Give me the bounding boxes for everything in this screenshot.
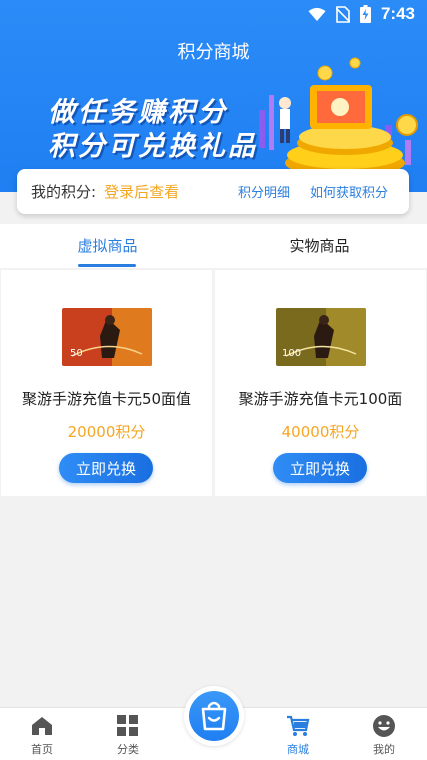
nav-label: 商城: [287, 743, 309, 756]
nav-label: 我的: [373, 743, 395, 756]
nav-item-home[interactable]: 首页: [7, 708, 77, 760]
recharge-card-image: 100: [276, 308, 366, 366]
points-label: 我的积分:: [31, 183, 97, 201]
tab-physical-goods[interactable]: 实物商品: [272, 224, 367, 268]
nav-item-mall[interactable]: 商城: [263, 708, 333, 760]
cart-icon: [287, 715, 310, 736]
smiley-icon: [373, 715, 395, 737]
product-tabs: 虚拟商品 实物商品: [0, 224, 427, 268]
points-detail-link[interactable]: 积分明细: [238, 182, 290, 201]
card-value-label: 100: [282, 348, 301, 359]
active-tab-indicator: [78, 264, 136, 267]
shopping-bag-button[interactable]: [184, 686, 244, 746]
nav-item-categories[interactable]: 分类: [93, 708, 163, 760]
redeem-button[interactable]: 立即兑换: [59, 453, 153, 483]
product-name: 聚游手游充值卡元100面: [238, 390, 403, 408]
redeem-button[interactable]: 立即兑换: [273, 453, 367, 483]
product-name: 聚游手游充值卡元50面值: [21, 390, 192, 408]
nav-item-me[interactable]: 我的: [349, 708, 419, 760]
product-card[interactable]: 100 聚游手游充值卡元100面 40000积分 立即兑换: [215, 270, 426, 496]
product-price: 20000积分: [67, 423, 146, 441]
no-sim-icon: [335, 5, 350, 23]
wifi-icon: [308, 7, 326, 21]
status-bar: 7:43: [0, 0, 427, 30]
grid-icon: [117, 715, 138, 736]
product-grid: 50 聚游手游充值卡元50面值 20000积分 立即兑换 100 聚游手游充值卡…: [0, 270, 427, 496]
nav-label: 首页: [31, 743, 53, 756]
battery-charging-icon: [359, 5, 371, 23]
tab-virtual-goods[interactable]: 虚拟商品: [60, 224, 155, 268]
coins-gift-illustration: [259, 57, 418, 177]
points-card: 我的积分: 登录后查看 积分明细 如何获取积分: [17, 169, 409, 214]
banner-line-2: 积分可兑换礼品: [48, 131, 258, 162]
card-value-label: 50: [70, 348, 83, 359]
nav-label: 分类: [117, 743, 139, 756]
product-price: 40000积分: [281, 423, 360, 441]
login-to-view-link[interactable]: 登录后查看: [104, 181, 179, 202]
status-time: 7:43: [380, 4, 415, 23]
home-icon: [32, 717, 52, 735]
shopping-bag-icon: [201, 701, 227, 731]
how-to-earn-points-link[interactable]: 如何获取积分: [310, 182, 388, 201]
product-card[interactable]: 50 聚游手游充值卡元50面值 20000积分 立即兑换: [1, 270, 212, 496]
recharge-card-image: 50: [62, 308, 152, 366]
